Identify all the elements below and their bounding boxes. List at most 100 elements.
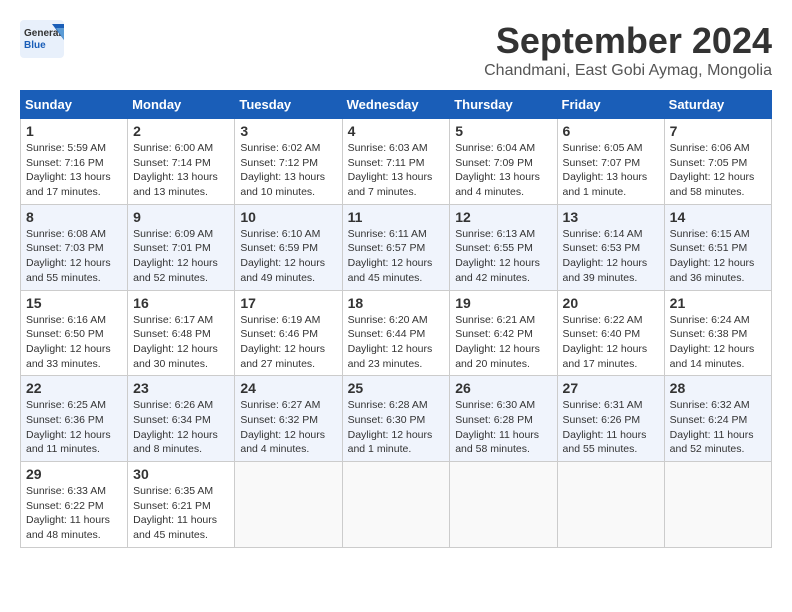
week-row-2: 8Sunrise: 6:08 AM Sunset: 7:03 PM Daylig… (21, 204, 772, 290)
calendar-cell: 27 Sunrise: 6:31 AM Sunset: 6:26 PM Dayli… (557, 376, 664, 462)
svg-text:Blue: Blue (24, 40, 46, 51)
day-info: Sunrise: 6:31 AM Sunset: 6:26 PM Dayligh… (563, 398, 659, 457)
calendar-cell: 19 Sunrise: 6:21 AM Sunset: 6:42 PM Dayli… (450, 290, 557, 376)
calendar-cell: 9 Sunrise: 6:09 AM Sunset: 7:01 PM Daylig… (128, 204, 235, 290)
day-info: Sunrise: 6:35 AM Sunset: 6:21 PM Dayligh… (133, 484, 229, 543)
day-info: Sunrise: 6:14 AM Sunset: 6:53 PM Dayligh… (563, 227, 659, 286)
subtitle: Chandmani, East Gobi Aymag, Mongolia (484, 62, 772, 80)
day-info: Sunrise: 6:24 AM Sunset: 6:38 PM Dayligh… (670, 313, 766, 372)
calendar-cell: 20 Sunrise: 6:22 AM Sunset: 6:40 PM Dayli… (557, 290, 664, 376)
day-info: Sunrise: 6:00 AM Sunset: 7:14 PM Dayligh… (133, 141, 229, 200)
calendar-cell: 5Sunrise: 6:04 AM Sunset: 7:09 PM Daylig… (450, 119, 557, 205)
week-row-5: 29 Sunrise: 6:33 AM Sunset: 6:22 PM Dayli… (21, 462, 772, 548)
day-number: 5 (455, 123, 551, 139)
calendar-cell: 11 Sunrise: 6:11 AM Sunset: 6:57 PM Dayli… (342, 204, 450, 290)
title-section: September 2024 Chandmani, East Gobi Ayma… (484, 20, 772, 80)
calendar-cell: 16 Sunrise: 6:17 AM Sunset: 6:48 PM Dayli… (128, 290, 235, 376)
calendar-cell: 4 Sunrise: 6:03 AM Sunset: 7:11 PM Daylig… (342, 119, 450, 205)
day-info: Sunrise: 6:17 AM Sunset: 6:48 PM Dayligh… (133, 313, 229, 372)
day-number: 12 (455, 209, 551, 225)
calendar-cell: 17 Sunrise: 6:19 AM Sunset: 6:46 PM Dayli… (235, 290, 342, 376)
svg-text:General: General (24, 28, 61, 39)
calendar-cell (664, 462, 771, 548)
day-number: 30 (133, 466, 229, 482)
day-info: Sunrise: 6:08 AM Sunset: 7:03 PM Dayligh… (26, 227, 122, 286)
day-info: Sunrise: 6:21 AM Sunset: 6:42 PM Dayligh… (455, 313, 551, 372)
day-number: 17 (240, 295, 336, 311)
calendar-cell (557, 462, 664, 548)
calendar-cell: 29 Sunrise: 6:33 AM Sunset: 6:22 PM Dayli… (21, 462, 128, 548)
day-info: Sunrise: 6:19 AM Sunset: 6:46 PM Dayligh… (240, 313, 336, 372)
day-number: 15 (26, 295, 122, 311)
day-info: Sunrise: 6:09 AM Sunset: 7:01 PM Dayligh… (133, 227, 229, 286)
calendar-cell: 28 Sunrise: 6:32 AM Sunset: 6:24 PM Dayli… (664, 376, 771, 462)
day-number: 16 (133, 295, 229, 311)
day-number: 27 (563, 380, 659, 396)
day-info: Sunrise: 6:22 AM Sunset: 6:40 PM Dayligh… (563, 313, 659, 372)
weekday-header-monday: Monday (128, 91, 235, 119)
day-number: 24 (240, 380, 336, 396)
day-number: 28 (670, 380, 766, 396)
day-number: 1 (26, 123, 122, 139)
day-info: Sunrise: 6:30 AM Sunset: 6:28 PM Dayligh… (455, 398, 551, 457)
day-info: Sunrise: 6:05 AM Sunset: 7:07 PM Dayligh… (563, 141, 659, 200)
day-info: Sunrise: 6:02 AM Sunset: 7:12 PM Dayligh… (240, 141, 336, 200)
day-number: 25 (348, 380, 445, 396)
day-info: Sunrise: 6:06 AM Sunset: 7:05 PM Dayligh… (670, 141, 766, 200)
day-number: 29 (26, 466, 122, 482)
calendar-cell: 2 Sunrise: 6:00 AM Sunset: 7:14 PM Daylig… (128, 119, 235, 205)
calendar-cell: 21 Sunrise: 6:24 AM Sunset: 6:38 PM Dayli… (664, 290, 771, 376)
day-number: 4 (348, 123, 445, 139)
day-number: 7 (670, 123, 766, 139)
day-info: Sunrise: 6:03 AM Sunset: 7:11 PM Dayligh… (348, 141, 445, 200)
day-number: 20 (563, 295, 659, 311)
day-info: Sunrise: 5:59 AM Sunset: 7:16 PM Dayligh… (26, 141, 122, 200)
calendar-cell: 22 Sunrise: 6:25 AM Sunset: 6:36 PM Dayli… (21, 376, 128, 462)
day-info: Sunrise: 6:13 AM Sunset: 6:55 PM Dayligh… (455, 227, 551, 286)
day-info: Sunrise: 6:26 AM Sunset: 6:34 PM Dayligh… (133, 398, 229, 457)
calendar-cell: 12 Sunrise: 6:13 AM Sunset: 6:55 PM Dayli… (450, 204, 557, 290)
day-number: 18 (348, 295, 445, 311)
calendar-cell: 18 Sunrise: 6:20 AM Sunset: 6:44 PM Dayli… (342, 290, 450, 376)
calendar-cell (235, 462, 342, 548)
day-number: 3 (240, 123, 336, 139)
day-info: Sunrise: 6:10 AM Sunset: 6:59 PM Dayligh… (240, 227, 336, 286)
calendar-cell: 10Sunrise: 6:10 AM Sunset: 6:59 PM Dayli… (235, 204, 342, 290)
day-number: 26 (455, 380, 551, 396)
calendar-cell: 3 Sunrise: 6:02 AM Sunset: 7:12 PM Daylig… (235, 119, 342, 205)
header: General Blue September 2024 Chandmani, E… (20, 20, 772, 80)
calendar-cell: 14Sunrise: 6:15 AM Sunset: 6:51 PM Dayli… (664, 204, 771, 290)
day-info: Sunrise: 6:11 AM Sunset: 6:57 PM Dayligh… (348, 227, 445, 286)
day-number: 23 (133, 380, 229, 396)
day-number: 13 (563, 209, 659, 225)
day-number: 19 (455, 295, 551, 311)
month-title: September 2024 (484, 20, 772, 62)
day-number: 9 (133, 209, 229, 225)
calendar-cell (450, 462, 557, 548)
calendar-cell: 25Sunrise: 6:28 AM Sunset: 6:30 PM Dayli… (342, 376, 450, 462)
calendar-cell: 7 Sunrise: 6:06 AM Sunset: 7:05 PM Daylig… (664, 119, 771, 205)
week-row-1: 1 Sunrise: 5:59 AM Sunset: 7:16 PM Daylig… (21, 119, 772, 205)
day-number: 22 (26, 380, 122, 396)
day-info: Sunrise: 6:27 AM Sunset: 6:32 PM Dayligh… (240, 398, 336, 457)
day-info: Sunrise: 6:15 AM Sunset: 6:51 PM Dayligh… (670, 227, 766, 286)
weekday-header-friday: Friday (557, 91, 664, 119)
day-number: 11 (348, 209, 445, 225)
day-info: Sunrise: 6:16 AM Sunset: 6:50 PM Dayligh… (26, 313, 122, 372)
day-info: Sunrise: 6:20 AM Sunset: 6:44 PM Dayligh… (348, 313, 445, 372)
day-info: Sunrise: 6:33 AM Sunset: 6:22 PM Dayligh… (26, 484, 122, 543)
day-number: 21 (670, 295, 766, 311)
weekday-header-thursday: Thursday (450, 91, 557, 119)
day-info: Sunrise: 6:25 AM Sunset: 6:36 PM Dayligh… (26, 398, 122, 457)
calendar-cell: 1 Sunrise: 5:59 AM Sunset: 7:16 PM Daylig… (21, 119, 128, 205)
day-info: Sunrise: 6:32 AM Sunset: 6:24 PM Dayligh… (670, 398, 766, 457)
weekday-header-tuesday: Tuesday (235, 91, 342, 119)
week-row-4: 22 Sunrise: 6:25 AM Sunset: 6:36 PM Dayli… (21, 376, 772, 462)
calendar-cell: 15 Sunrise: 6:16 AM Sunset: 6:50 PM Dayli… (21, 290, 128, 376)
calendar-cell: 6Sunrise: 6:05 AM Sunset: 7:07 PM Daylig… (557, 119, 664, 205)
calendar-cell (342, 462, 450, 548)
calendar-cell: 8Sunrise: 6:08 AM Sunset: 7:03 PM Daylig… (21, 204, 128, 290)
week-row-3: 15 Sunrise: 6:16 AM Sunset: 6:50 PM Dayli… (21, 290, 772, 376)
day-number: 2 (133, 123, 229, 139)
calendar-cell: 23 Sunrise: 6:26 AM Sunset: 6:34 PM Dayli… (128, 376, 235, 462)
